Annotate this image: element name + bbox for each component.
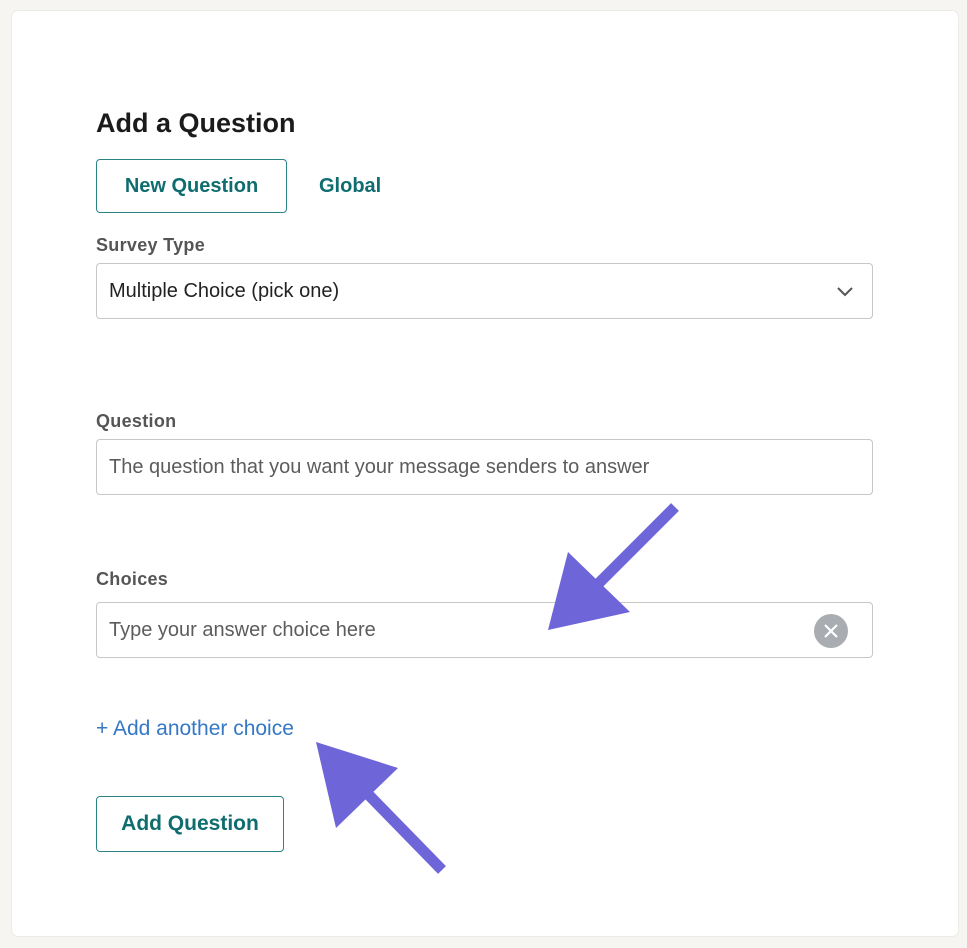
question-label: Question — [96, 411, 177, 431]
add-another-choice-link[interactable]: + Add another choice — [96, 717, 294, 741]
chevron-down-icon — [837, 287, 853, 297]
survey-type-select[interactable]: Multiple Choice (pick one) — [96, 263, 873, 319]
add-question-button[interactable]: Add Question — [96, 796, 284, 852]
question-input[interactable]: The question that you want your message … — [96, 439, 873, 495]
close-icon — [824, 624, 838, 638]
survey-type-selected-value: Multiple Choice (pick one) — [109, 279, 340, 302]
choice-input-placeholder: Type your answer choice here — [109, 618, 376, 641]
choices-label: Choices — [96, 569, 169, 589]
clear-choice-button[interactable] — [814, 614, 848, 648]
choice-input[interactable]: Type your answer choice here — [96, 602, 873, 658]
tab-new-question[interactable]: New Question — [96, 159, 287, 213]
survey-type-label: Survey Type — [96, 235, 206, 255]
question-input-placeholder: The question that you want your message … — [109, 455, 650, 478]
page-title: Add a Question — [96, 108, 296, 138]
tab-global[interactable]: Global — [319, 159, 381, 213]
